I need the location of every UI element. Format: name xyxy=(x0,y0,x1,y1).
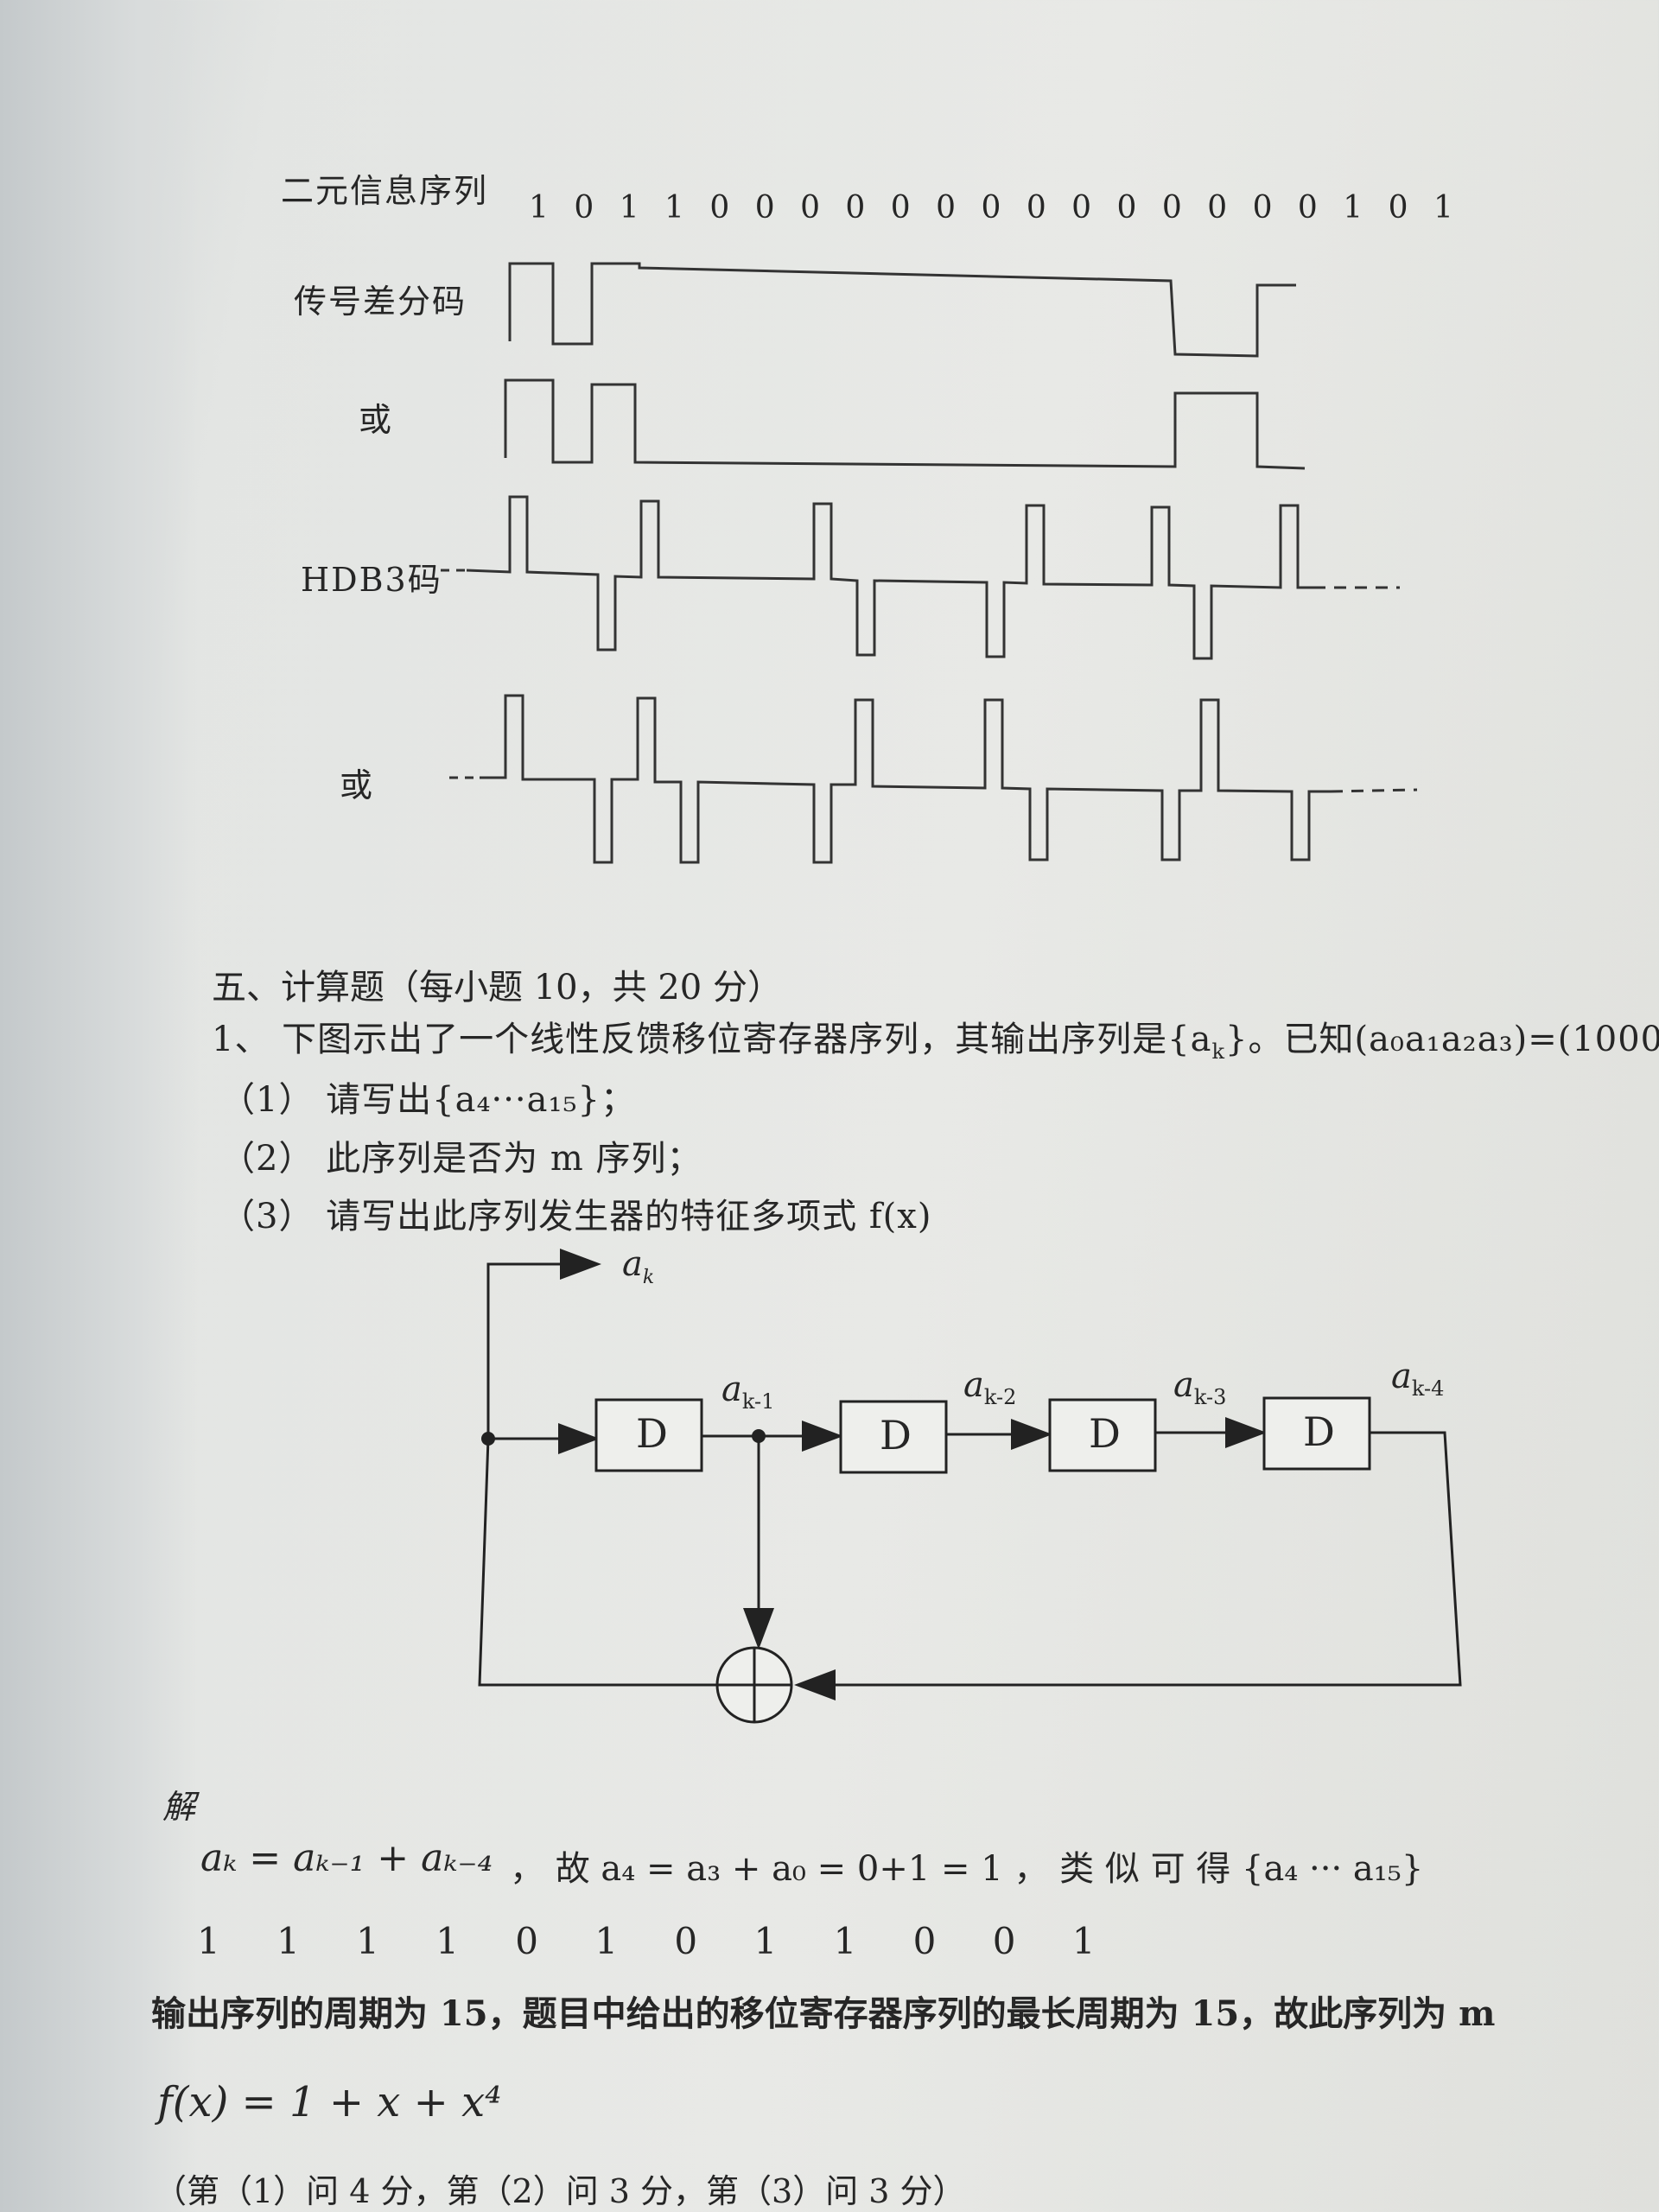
recurrence-derivation: ， 故 a₄ = a₃ + a₀ = 0+1 = 1 ， 类 似 可 得 {a₄… xyxy=(510,1849,1424,1889)
junction-dot-2 xyxy=(752,1429,766,1443)
tap-label-3: ak-3 xyxy=(1173,1365,1227,1409)
characteristic-polynomial: f(x) = 1 + x + x⁴ xyxy=(157,2078,502,2126)
recurrence-equation: aₖ = aₖ₋₁ + aₖ₋₄ xyxy=(200,1836,493,1880)
tap-label-4: ak-4 xyxy=(1391,1357,1445,1401)
output-wire xyxy=(486,1249,601,1439)
junction-dot-1 xyxy=(481,1432,495,1446)
output-label: ak xyxy=(622,1244,655,1288)
register-label-3: D xyxy=(1089,1410,1121,1457)
sum-wire xyxy=(478,1438,717,1687)
register-label-1: D xyxy=(636,1410,668,1457)
register-label-4: D xyxy=(1303,1408,1335,1455)
solution-label: 解 xyxy=(162,1788,196,1826)
tap-label-2: ak-2 xyxy=(963,1365,1017,1409)
sequence-values: 1 1 1 1 0 1 0 1 1 0 0 1 xyxy=(197,1920,1118,1962)
period-explanation: 输出序列的周期为 15，题目中给出的移位寄存器序列的最长周期为 15，故此序列为… xyxy=(151,1993,1496,2034)
register-label-2: D xyxy=(880,1412,912,1459)
scoring-note: （第（1）问 4 分，第（2）问 3 分，第（3）问 3 分） xyxy=(154,2172,966,2210)
tap-label-1: ak-1 xyxy=(721,1370,775,1414)
